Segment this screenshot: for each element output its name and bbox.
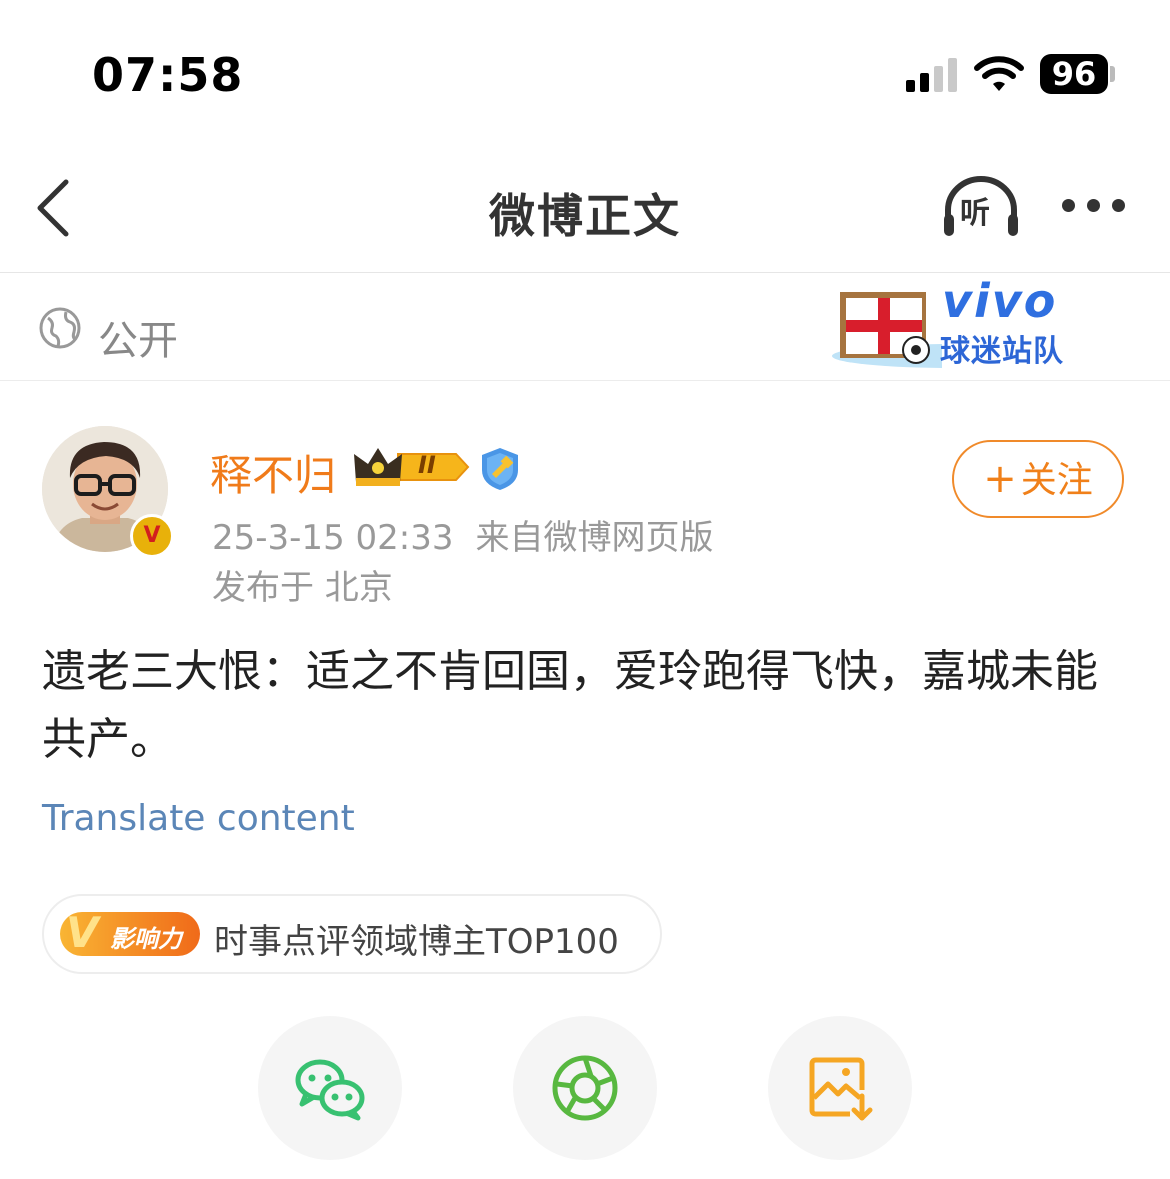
battery-cap bbox=[1110, 66, 1115, 82]
wifi-icon bbox=[974, 56, 1024, 91]
author-name[interactable]: 释不归 bbox=[210, 442, 336, 503]
shield-badge-icon[interactable] bbox=[478, 446, 522, 492]
follow-button[interactable]: + 关注 bbox=[952, 440, 1124, 518]
influence-badge-label: 影响力 bbox=[110, 925, 182, 953]
listen-label: 听 bbox=[960, 196, 990, 231]
member-level-label: II bbox=[418, 451, 436, 479]
verified-v-badge: V bbox=[130, 514, 174, 558]
member-crown-badge[interactable]: II bbox=[352, 444, 470, 490]
post-source: 来自微博网页版 bbox=[475, 518, 714, 558]
section-divider bbox=[0, 380, 1170, 381]
crown-icon bbox=[354, 448, 470, 486]
england-flag-icon bbox=[832, 292, 942, 368]
vivo-logo: vivo bbox=[942, 274, 1058, 328]
share-moments-button[interactable] bbox=[513, 1016, 657, 1160]
translate-link[interactable]: Translate content bbox=[42, 798, 355, 839]
visibility-label: 公开 bbox=[98, 318, 178, 364]
listen-button[interactable]: 听 bbox=[940, 176, 1022, 240]
post-location: 发布于 北京 bbox=[212, 568, 393, 608]
vivo-fan-banner[interactable]: vivo 球迷站队 bbox=[832, 274, 1080, 374]
signal-icon bbox=[906, 58, 958, 92]
share-wechat-button[interactable] bbox=[258, 1016, 402, 1160]
influence-v: V bbox=[66, 908, 99, 957]
plus-icon: + bbox=[983, 456, 1017, 502]
follow-label: 关注 bbox=[1020, 460, 1093, 501]
status-time: 07:58 bbox=[92, 48, 244, 102]
moments-icon bbox=[552, 1055, 618, 1121]
globe-icon bbox=[39, 307, 81, 349]
influence-tag[interactable]: V 影响力 时事点评领域博主TOP100 bbox=[42, 894, 662, 974]
battery-indicator: 96 bbox=[1040, 54, 1108, 94]
more-dots-icon[interactable] bbox=[1056, 196, 1132, 216]
post-text: 遗老三大恨：适之不肯回国，爱玲跑得飞快，嘉城未能共产。 bbox=[42, 646, 1098, 765]
nav-divider bbox=[0, 272, 1170, 273]
post-time: 25-3-15 02:33 bbox=[212, 518, 454, 558]
influence-badge: V 影响力 bbox=[60, 908, 200, 957]
save-image-button[interactable] bbox=[768, 1016, 912, 1160]
banner-subtitle: 球迷站队 bbox=[940, 334, 1064, 369]
influence-text: 时事点评领域博主TOP100 bbox=[214, 922, 619, 962]
save-image-icon bbox=[809, 1057, 873, 1121]
wechat-icon bbox=[295, 1059, 365, 1121]
post-meta: 25-3-15 02:33 来自微博网页版 bbox=[212, 510, 714, 559]
